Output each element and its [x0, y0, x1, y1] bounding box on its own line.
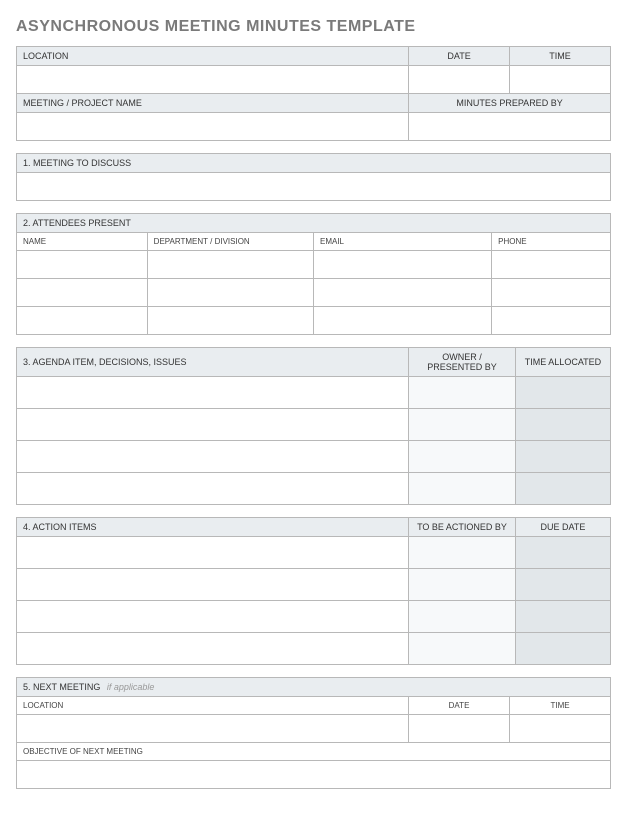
section5-title: 5. NEXT MEETING [23, 682, 100, 692]
action-due[interactable] [515, 633, 610, 665]
field-objective[interactable] [17, 761, 611, 789]
action-by[interactable] [409, 569, 516, 601]
field-time[interactable] [510, 66, 611, 94]
action-item[interactable] [17, 569, 409, 601]
section-attendees-present: 2. ATTENDEES PRESENT NAME DEPARTMENT / D… [16, 213, 611, 335]
action-due[interactable] [515, 569, 610, 601]
label-next-date: DATE [409, 697, 510, 715]
agenda-time[interactable] [515, 441, 610, 473]
label-next-time: TIME [510, 697, 611, 715]
field-date[interactable] [409, 66, 510, 94]
action-by[interactable] [409, 633, 516, 665]
label-meeting-to-discuss: 1. MEETING TO DISCUSS [17, 154, 611, 173]
page-title: ASYNCHRONOUS MEETING MINUTES TEMPLATE [16, 18, 611, 36]
attendee-phone[interactable] [492, 279, 611, 307]
attendee-department[interactable] [147, 279, 313, 307]
agenda-owner[interactable] [409, 409, 516, 441]
field-meeting-project-name[interactable] [17, 113, 409, 141]
col-time-allocated: TIME ALLOCATED [515, 348, 610, 377]
section-next-meeting: 5. NEXT MEETING if applicable LOCATION D… [16, 677, 611, 789]
agenda-item[interactable] [17, 473, 409, 505]
field-next-location[interactable] [17, 715, 409, 743]
label-location: LOCATION [17, 47, 409, 66]
agenda-item[interactable] [17, 377, 409, 409]
label-date: DATE [409, 47, 510, 66]
col-actioned-by: TO BE ACTIONED BY [409, 518, 516, 537]
label-minutes-prepared-by: MINUTES PREPARED BY [409, 94, 611, 113]
field-minutes-prepared-by[interactable] [409, 113, 611, 141]
agenda-owner[interactable] [409, 441, 516, 473]
field-meeting-to-discuss[interactable] [17, 173, 611, 201]
attendee-phone[interactable] [492, 307, 611, 335]
section-action-items: 4. ACTION ITEMS TO BE ACTIONED BY DUE DA… [16, 517, 611, 665]
attendee-department[interactable] [147, 307, 313, 335]
label-meeting-project-name: MEETING / PROJECT NAME [17, 94, 409, 113]
col-owner: OWNER / PRESENTED BY [409, 348, 516, 377]
agenda-owner[interactable] [409, 473, 516, 505]
label-next-location: LOCATION [17, 697, 409, 715]
attendee-email[interactable] [313, 307, 491, 335]
agenda-time[interactable] [515, 409, 610, 441]
action-by[interactable] [409, 601, 516, 633]
col-phone: PHONE [492, 233, 611, 251]
action-by[interactable] [409, 537, 516, 569]
action-due[interactable] [515, 601, 610, 633]
field-next-date[interactable] [409, 715, 510, 743]
header-table: LOCATION DATE TIME MEETING / PROJECT NAM… [16, 46, 611, 141]
label-next-meeting: 5. NEXT MEETING if applicable [17, 678, 611, 697]
agenda-time[interactable] [515, 377, 610, 409]
section5-note: if applicable [107, 682, 155, 692]
agenda-item[interactable] [17, 409, 409, 441]
col-name: NAME [17, 233, 148, 251]
agenda-item[interactable] [17, 441, 409, 473]
agenda-time[interactable] [515, 473, 610, 505]
attendee-email[interactable] [313, 251, 491, 279]
section-agenda-items: 3. AGENDA ITEM, DECISIONS, ISSUES OWNER … [16, 347, 611, 505]
col-due-date: DUE DATE [515, 518, 610, 537]
col-department: DEPARTMENT / DIVISION [147, 233, 313, 251]
attendee-phone[interactable] [492, 251, 611, 279]
label-agenda-items: 3. AGENDA ITEM, DECISIONS, ISSUES [17, 348, 409, 377]
label-action-items: 4. ACTION ITEMS [17, 518, 409, 537]
label-attendees-present: 2. ATTENDEES PRESENT [17, 214, 611, 233]
label-objective: OBJECTIVE OF NEXT MEETING [17, 743, 611, 761]
agenda-owner[interactable] [409, 377, 516, 409]
attendee-name[interactable] [17, 307, 148, 335]
section-meeting-to-discuss: 1. MEETING TO DISCUSS [16, 153, 611, 201]
field-next-time[interactable] [510, 715, 611, 743]
attendee-name[interactable] [17, 279, 148, 307]
action-item[interactable] [17, 633, 409, 665]
attendee-email[interactable] [313, 279, 491, 307]
col-email: EMAIL [313, 233, 491, 251]
field-location[interactable] [17, 66, 409, 94]
attendee-department[interactable] [147, 251, 313, 279]
action-item[interactable] [17, 601, 409, 633]
attendee-name[interactable] [17, 251, 148, 279]
label-time: TIME [510, 47, 611, 66]
action-item[interactable] [17, 537, 409, 569]
action-due[interactable] [515, 537, 610, 569]
